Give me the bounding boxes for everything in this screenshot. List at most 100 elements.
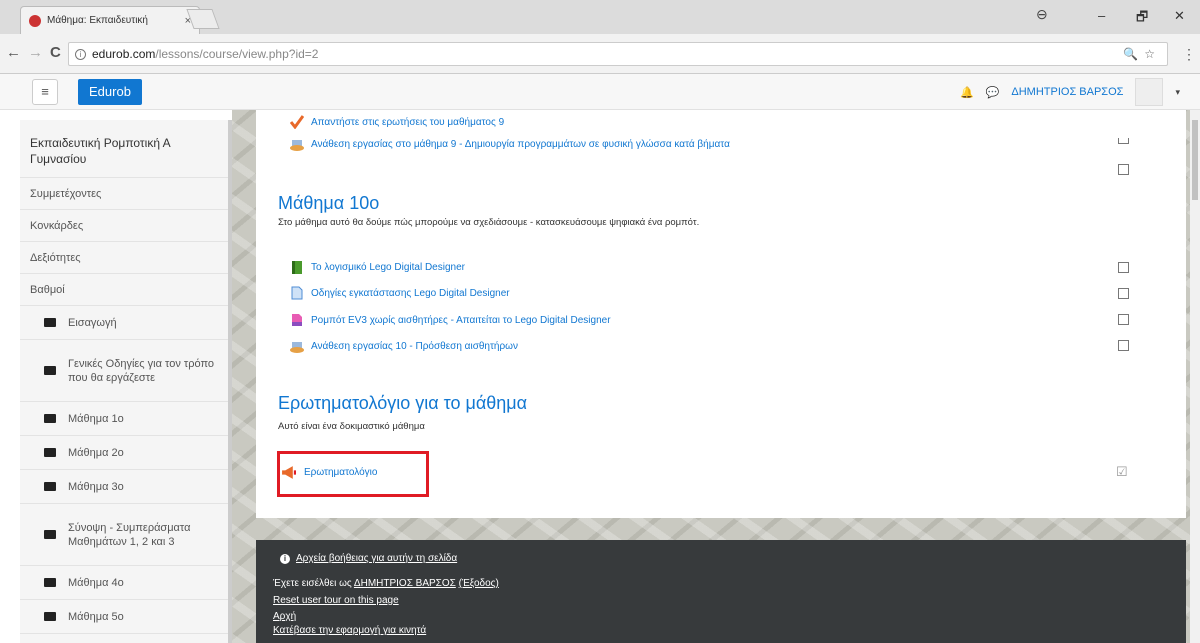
sidebar-course-link[interactable]: Εκπαιδευτική Ρομποτική Α Γυμνασίου (20, 120, 230, 178)
sidebar-section-label: Γενικές Οδηγίες για τον τρόπο που θα εργ… (68, 357, 215, 384)
completion-checked-icon[interactable]: ☑ (1116, 464, 1128, 480)
messages-icon[interactable]: 💬 (986, 86, 1000, 99)
sidebar-item-competencies[interactable]: Δεξιότητες (20, 242, 230, 274)
sidebar-section-label: Μάθημα 1ο (68, 412, 124, 425)
url-input[interactable]: i edurob.com /lessons/course/view.php?id… (68, 42, 1168, 66)
activity-label: Ανάθεση εργασίας στο μάθημα 9 - Δημιουργ… (311, 138, 730, 150)
avatar[interactable] (1135, 78, 1164, 106)
profile-icon[interactable]: ⊖ (1036, 6, 1048, 23)
activity-link[interactable]: Ανάθεση εργασίας 10 - Πρόσθεση αισθητήρω… (290, 339, 518, 353)
assignment-icon (290, 140, 304, 151)
browser-menu-icon[interactable]: ⋮ (1182, 46, 1196, 63)
section-summary: Στο μάθημα αυτό θα δούμε πώς μπορούμε να… (278, 217, 700, 228)
notifications-bell-icon[interactable]: 🔔 (960, 86, 974, 99)
page-scrollbar[interactable] (1190, 110, 1200, 643)
site-navbar: ≡ Edurob 🔔 💬 ΔΗΜΗΤΡΙΟΣ ΒΑΡΣΟΣ ▾ (0, 74, 1200, 110)
drawer-toggle-button[interactable]: ≡ (32, 79, 58, 105)
completion-checkbox[interactable] (1118, 340, 1129, 351)
activity-label: Ανάθεση εργασίας 10 - Πρόσθεση αισθητήρω… (311, 340, 518, 352)
login-info-prefix: Έχετε εισέλθει ως (273, 578, 354, 589)
help-docs-link[interactable]: Αρχεία βοήθειας για αυτήν τη σελίδα (296, 553, 457, 564)
sidebar-section-label: Μάθημα 2ο (68, 446, 124, 459)
chevron-down-icon[interactable]: ▾ (1175, 87, 1180, 98)
user-menu-area: 🔔 💬 ΔΗΜΗΤΡΙΟΣ ΒΑΡΣΟΣ ▾ (960, 74, 1180, 110)
folder-icon (44, 414, 56, 423)
folder-icon (44, 318, 56, 327)
activity-link[interactable]: Ανάθεση εργασίας στο μάθημα 9 - Δημιουργ… (290, 137, 730, 151)
completion-checkbox[interactable] (1118, 164, 1129, 175)
folder-icon (44, 366, 56, 375)
sidebar-item-grades[interactable]: Βαθμοί (20, 274, 230, 306)
sidebar-section-item[interactable]: Μάθημα 5ο (20, 600, 230, 634)
browser-tab[interactable]: Μάθημα: Εκπαιδευτική × (20, 6, 200, 34)
folder-icon (44, 612, 56, 621)
sidebar-section-item[interactable]: Εισαγωγή (20, 306, 230, 340)
sidebar-section-item[interactable]: Μάθημα 2ο (20, 436, 230, 470)
activity-label: Οδηγίες εγκατάστασης Lego Digital Design… (311, 287, 510, 299)
moodle-favicon-icon (29, 14, 41, 27)
book-icon (292, 261, 302, 274)
tab-title: Μάθημα: Εκπαιδευτική (47, 15, 148, 26)
activity-label: Απαντήστε στις ερωτήσεις του μαθήματος 9 (311, 116, 505, 128)
maximize-icon[interactable]: 🗗 (1136, 8, 1148, 30)
reset-tour-link[interactable]: Reset user tour on this page (273, 595, 399, 606)
reload-icon[interactable]: C (50, 44, 61, 61)
page-scrollbar-thumb[interactable] (1192, 120, 1198, 200)
sidebar-section-item[interactable]: Γενικές Οδηγίες για τον τρόπο που θα εργ… (20, 340, 230, 402)
section-title[interactable]: Μάθημα 10ο (278, 193, 379, 214)
completion-checkbox[interactable] (1118, 288, 1129, 299)
sidebar-section-label: Εισαγωγή (68, 316, 117, 329)
browser-tab-bar: Μάθημα: Εκπαιδευτική × ⊖ – 🗗 ✕ (0, 0, 1200, 34)
brand-link[interactable]: Edurob (78, 79, 142, 105)
sidebar-scrollbar[interactable] (228, 120, 232, 643)
sidebar-section-label: Μάθημα 5ο (68, 610, 124, 623)
sidebar-section-item[interactable]: Μάθημα 3ο (20, 470, 230, 504)
activity-link[interactable]: Το λογισμικό Lego Digital Designer (290, 260, 465, 274)
nav-drawer: Εκπαιδευτική Ρομποτική Α Γυμνασίου Συμμε… (20, 120, 230, 643)
completion-checkbox[interactable] (1118, 262, 1129, 273)
file-icon (292, 314, 302, 326)
completion-checkbox[interactable] (1118, 314, 1129, 325)
user-menu-name[interactable]: ΔΗΜΗΤΡΙΟΣ ΒΑΡΣΟΣ (1011, 86, 1123, 98)
activity-label: Ρομπότ EV3 χωρίς αισθητήρες - Απαιτείται… (311, 314, 611, 326)
activity-link[interactable]: Οδηγίες εγκατάστασης Lego Digital Design… (290, 286, 510, 300)
completion-checkbox[interactable] (1118, 138, 1129, 144)
sidebar-section-item[interactable]: Μάθημα 1ο (20, 402, 230, 436)
forward-icon[interactable]: → (28, 44, 43, 61)
folder-icon (44, 482, 56, 491)
activity-link[interactable]: Ρομπότ EV3 χωρίς αισθητήρες - Απαιτείται… (290, 313, 611, 327)
folder-icon (44, 530, 56, 539)
info-icon: i (280, 553, 290, 564)
mobile-app-link[interactable]: Κατέβασε την εφαρμογή για κινητά (273, 625, 426, 636)
logout-link[interactable]: (Έξοδος) (459, 578, 499, 589)
sidebar-item-participants[interactable]: Συμμετέχοντες (20, 178, 230, 210)
sidebar-section-item[interactable]: Σύνοψη - Συμπεράσματα Μαθημάτων 1, 2 και… (20, 504, 230, 566)
site-info-icon[interactable]: i (75, 48, 86, 60)
close-window-icon[interactable]: ✕ (1174, 8, 1185, 24)
quiz-check-icon (290, 115, 304, 129)
url-path: /lessons/course/view.php?id=2 (155, 47, 319, 61)
activity-link[interactable]: Απαντήστε στις ερωτήσεις του μαθήματος 9 (290, 115, 504, 129)
assignment-icon (290, 342, 304, 353)
sidebar-section-label: Μάθημα 4ο (68, 576, 124, 589)
folder-icon (44, 578, 56, 587)
login-info: Έχετε εισέλθει ως ΔΗΜΗΤΡΙΟΣ ΒΑΡΣΟΣ (Έξοδ… (273, 578, 499, 589)
back-icon[interactable]: ← (6, 44, 21, 61)
home-link[interactable]: Αρχή (273, 611, 296, 622)
profile-link[interactable]: ΔΗΜΗΤΡΙΟΣ ΒΑΡΣΟΣ (354, 578, 456, 589)
sidebar-section-label: Μάθημα 3ο (68, 480, 124, 493)
activity-label: Το λογισμικό Lego Digital Designer (311, 261, 465, 273)
red-highlight-box (277, 451, 429, 497)
folder-icon (44, 448, 56, 457)
sidebar-section-label: Σύνοψη - Συμπεράσματα Μαθημάτων 1, 2 και… (68, 521, 191, 548)
page-footer: i Αρχεία βοήθειας για αυτήν τη σελίδα Έχ… (256, 540, 1186, 643)
url-host: edurob.com (92, 47, 156, 61)
section-title[interactable]: Ερωτηματολόγιο για το μάθημα (278, 393, 527, 414)
sidebar-item-badges[interactable]: Κονκάρδες (20, 210, 230, 242)
address-bar: ← → C i edurob.com /lessons/course/view.… (0, 34, 1200, 74)
minimize-icon[interactable]: – (1098, 8, 1105, 23)
zoom-bookmark-icons[interactable]: 🔍☆ (1123, 47, 1161, 61)
sidebar-section-item[interactable]: Μάθημα 4ο (20, 566, 230, 600)
document-icon (291, 286, 303, 300)
section-summary: Αυτό είναι ένα δοκιμαστικό μάθημα (278, 421, 425, 432)
